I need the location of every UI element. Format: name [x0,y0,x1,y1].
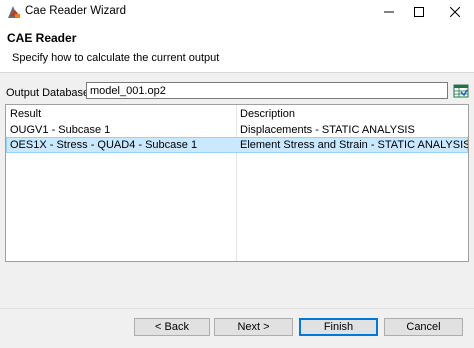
column-header-result[interactable]: Result [10,108,41,120]
finish-button[interactable]: Finish [299,318,378,336]
column-header-description[interactable]: Description [240,108,295,120]
close-icon [450,7,460,17]
maximize-button[interactable] [402,0,436,24]
next-button[interactable]: Next > [214,318,293,336]
output-database-label: Output Database: [6,87,93,99]
page-description: Specify how to calculate the current out… [12,52,220,64]
window-title: Cae Reader Wizard [25,5,126,17]
table-row[interactable]: OUGV1 - Subcase 1 Displacements - STATIC… [6,122,468,138]
maximize-icon [414,7,424,17]
browse-database-button[interactable] [453,83,469,99]
cancel-button[interactable]: Cancel [384,318,463,336]
button-bar-separator [0,308,474,309]
row-description: Displacements - STATIC ANALYSIS [240,124,415,136]
output-database-field[interactable]: model_001.op2 [86,82,448,99]
spreadsheet-icon [453,84,469,98]
wizard-header: CAE Reader Specify how to calculate the … [0,24,474,73]
results-table[interactable]: Result Description OUGV1 - Subcase 1 Dis… [5,104,469,262]
row-result: OES1X - Stress - QUAD4 - Subcase 1 [10,139,198,151]
row-result: OUGV1 - Subcase 1 [10,124,111,136]
back-button[interactable]: < Back [134,318,210,336]
minimize-button[interactable] [372,0,406,24]
table-header: Result Description [6,105,468,122]
minimize-icon [384,11,394,13]
table-row-selected[interactable]: OES1X - Stress - QUAD4 - Subcase 1 Eleme… [6,137,468,153]
close-button[interactable] [438,0,472,24]
page-title: CAE Reader [7,31,77,45]
title-bar: Cae Reader Wizard [0,0,474,24]
row-description: Element Stress and Strain - STATIC ANALY… [240,139,469,151]
app-icon [8,6,20,18]
